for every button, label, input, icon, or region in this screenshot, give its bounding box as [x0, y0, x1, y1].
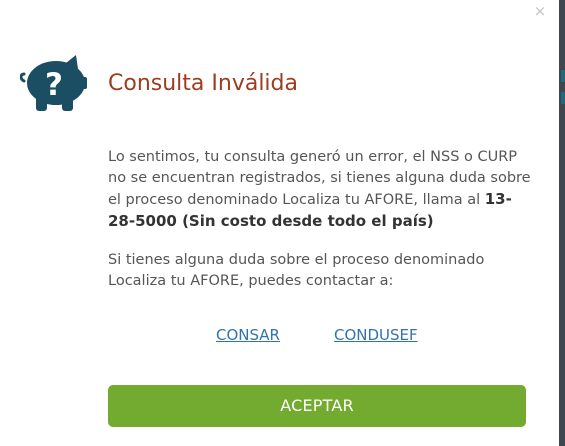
dialog-title: Consulta Inválida	[108, 70, 298, 96]
condusef-link[interactable]: CONDUSEF	[334, 325, 418, 345]
background-page-mark	[561, 70, 565, 82]
background-page-edge	[559, 0, 565, 446]
error-dialog: × ? Consulta Inválida Lo sentimos, tu co…	[0, 0, 559, 446]
svg-text:?: ?	[45, 67, 63, 103]
contact-message: Si tienes alguna duda sobre el proceso d…	[108, 251, 485, 289]
background-page-mark	[561, 92, 565, 104]
consar-link[interactable]: CONSAR	[216, 325, 280, 345]
screen: × ? Consulta Inválida Lo sentimos, tu co…	[0, 0, 565, 446]
close-icon[interactable]: ×	[531, 2, 549, 20]
accept-button[interactable]: ACEPTAR	[108, 385, 526, 427]
error-message: Lo sentimos, tu consulta generó un error…	[108, 147, 538, 233]
piggy-bank-question-icon: ?	[20, 55, 87, 111]
error-message-text: Lo sentimos, tu consulta generó un error…	[108, 148, 531, 208]
